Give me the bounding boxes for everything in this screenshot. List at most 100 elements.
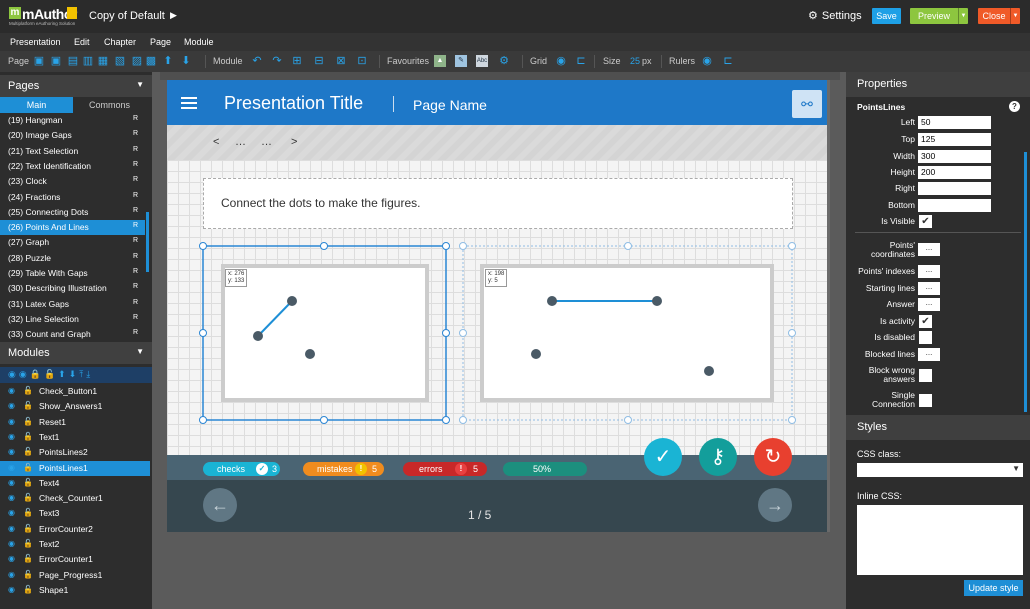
page-list-item[interactable]: (22) Text Identification R	[0, 159, 145, 174]
page-list-scrollbar[interactable]	[146, 212, 149, 272]
point[interactable]	[704, 366, 714, 376]
page-list-item[interactable]: (29) Table With Gaps R	[0, 266, 145, 281]
lock-icon[interactable]: 🔓	[23, 508, 33, 517]
delete-page-icon[interactable]: ▨	[131, 55, 143, 67]
page-list-item[interactable]: (30) Describing Illustration R	[0, 281, 145, 296]
page-list-item[interactable]: (33) Count and Graph R	[0, 327, 145, 342]
module-list-item[interactable]: ◉ 🔓 Show_Answers1	[0, 399, 150, 414]
collapse-pages-icon[interactable]: ▼	[136, 80, 144, 89]
prev-page-arrow-icon[interactable]: ←	[203, 488, 237, 522]
right-input[interactable]	[918, 182, 991, 195]
hide-all-icon[interactable]: ◉	[19, 369, 30, 379]
block-wrong-checkbox[interactable]	[919, 369, 932, 382]
settings-button[interactable]: ⚙ Settings	[808, 9, 862, 23]
resize-handles[interactable]	[199, 242, 450, 424]
move-down-icon[interactable]: ⬇	[69, 369, 80, 379]
lock-icon[interactable]: 🔓	[23, 386, 33, 395]
help-icon[interactable]: ?	[1009, 101, 1020, 112]
image-module-icon[interactable]: ▲	[434, 55, 446, 67]
collapse-modules-icon[interactable]: ▼	[136, 347, 144, 356]
page-list-item[interactable]: (23) Clock R	[0, 174, 145, 189]
module-list-item[interactable]: ◉ 🔓 PointsLines2	[0, 445, 150, 460]
module-list-item[interactable]: ◉ 🔓 Check_Counter1	[0, 491, 150, 506]
point[interactable]	[652, 296, 662, 306]
top-input[interactable]: 125	[918, 133, 991, 146]
text-module-icon[interactable]: ✎	[455, 55, 467, 67]
module-list-item[interactable]: ◉ 🔓 Text2	[0, 537, 150, 552]
page-list-item[interactable]: (26) Points And Lines R	[0, 220, 145, 236]
eye-icon[interactable]: ◉	[8, 524, 15, 533]
properties-scrollbar[interactable]	[1024, 152, 1027, 412]
module-list-item[interactable]: ◉ 🔓 Text4	[0, 476, 150, 491]
eye-icon[interactable]: ◉	[8, 493, 15, 502]
module-list-item[interactable]: ◉ 🔓 Shape1	[0, 583, 150, 598]
points-indexes-button[interactable]: ...	[918, 265, 940, 278]
lock-icon[interactable]: 🔓	[23, 554, 33, 563]
next-page-arrow-icon[interactable]: →	[758, 488, 792, 522]
module-list-item[interactable]: ◉ 🔓 ErrorCounter1	[0, 552, 150, 567]
eye-icon[interactable]: ◉	[8, 539, 15, 548]
eye-icon[interactable]: ◉	[8, 417, 15, 426]
page-list-item[interactable]: (19) Hangman R	[0, 113, 145, 128]
left-input[interactable]: 50	[918, 116, 991, 129]
page-list-item[interactable]: (27) Graph R	[0, 235, 145, 250]
move-up-icon[interactable]: ⬆	[162, 55, 174, 67]
page-list-item[interactable]: (31) Latex Gaps R	[0, 297, 145, 312]
align-icon[interactable]: ⊞	[291, 55, 303, 67]
module-list-item[interactable]: ◉ 🔓 PointsLines1	[0, 460, 150, 476]
lock-icon[interactable]: 🔓	[23, 493, 33, 502]
lock-all-icon[interactable]: 🔒	[30, 369, 44, 379]
module-list-item[interactable]: ◉ 🔓 ErrorCounter2	[0, 522, 150, 537]
eye-icon[interactable]: ◉	[8, 401, 15, 410]
close-dropdown-icon[interactable]: ▼	[1010, 8, 1020, 24]
resize-handles[interactable]	[459, 242, 796, 424]
answer-button[interactable]: ...	[918, 298, 940, 311]
lock-icon[interactable]: 🔓	[23, 401, 33, 410]
point[interactable]	[531, 349, 541, 359]
play-icon[interactable]: ▶	[170, 10, 177, 21]
grid-snap-icon[interactable]: ⊏	[575, 55, 587, 67]
module-list-item[interactable]: ◉ 🔓 Text1	[0, 430, 150, 445]
grid-size-value[interactable]: 25	[630, 56, 640, 66]
eye-icon[interactable]: ◉	[8, 570, 15, 579]
page-list-item[interactable]: (25) Connecting Dots R	[0, 205, 145, 220]
add-chapter-icon[interactable]: ▤	[67, 55, 79, 67]
blocked-lines-button[interactable]: ...	[918, 348, 940, 361]
menu-presentation[interactable]: Presentation	[10, 33, 61, 47]
page-list-item[interactable]: (32) Line Selection R	[0, 312, 145, 327]
eye-icon[interactable]: ◉	[8, 432, 15, 441]
move-down-icon[interactable]: ⬇	[180, 55, 192, 67]
eye-icon[interactable]: ◉	[8, 508, 15, 517]
lock-icon[interactable]: 🔓	[23, 478, 33, 487]
point[interactable]	[305, 349, 315, 359]
menu-chapter[interactable]: Chapter	[104, 33, 136, 47]
preview-button[interactable]: Preview ▼	[910, 8, 968, 24]
point[interactable]	[547, 296, 557, 306]
point[interactable]	[287, 296, 297, 306]
distribute-icon[interactable]: ⊟	[313, 55, 325, 67]
tab-commons[interactable]: Commons	[73, 97, 146, 113]
preview-dropdown-icon[interactable]: ▼	[958, 8, 968, 24]
move-bottom-icon[interactable]: ⤓	[86, 369, 93, 379]
lock-icon[interactable]: 🔓	[23, 417, 33, 426]
abc-module-icon[interactable]: Abc	[476, 55, 488, 67]
page-list-item[interactable]: (20) Image Gaps R	[0, 128, 145, 143]
favourites-settings-icon[interactable]: ⚙	[498, 55, 510, 67]
lock-icon[interactable]: 🔓	[23, 432, 33, 441]
lock-icon[interactable]: 🔓	[23, 524, 33, 533]
is-activity-checkbox[interactable]: ✔	[919, 315, 932, 328]
rulers-snap-icon[interactable]: ⊏	[722, 55, 734, 67]
update-style-button[interactable]: Update style	[964, 580, 1023, 596]
bottom-input[interactable]	[918, 199, 991, 212]
eye-icon[interactable]: ◉	[8, 463, 15, 472]
point[interactable]	[253, 331, 263, 341]
module-list-item[interactable]: ◉ 🔓 Page_Progress1	[0, 568, 150, 583]
single-connection-checkbox[interactable]	[919, 394, 932, 407]
paste-page-icon[interactable]: ▦	[97, 55, 109, 67]
module-list-item[interactable]: ◉ 🔓 Check_Button1	[0, 384, 150, 399]
tab-main[interactable]: Main	[0, 97, 73, 113]
resize-icon[interactable]: ⊡	[356, 55, 368, 67]
close-button[interactable]: Close ▼	[978, 8, 1020, 24]
module-list-item[interactable]: ◉ 🔓 Text3	[0, 506, 150, 521]
eye-icon[interactable]: ◉	[8, 478, 15, 487]
